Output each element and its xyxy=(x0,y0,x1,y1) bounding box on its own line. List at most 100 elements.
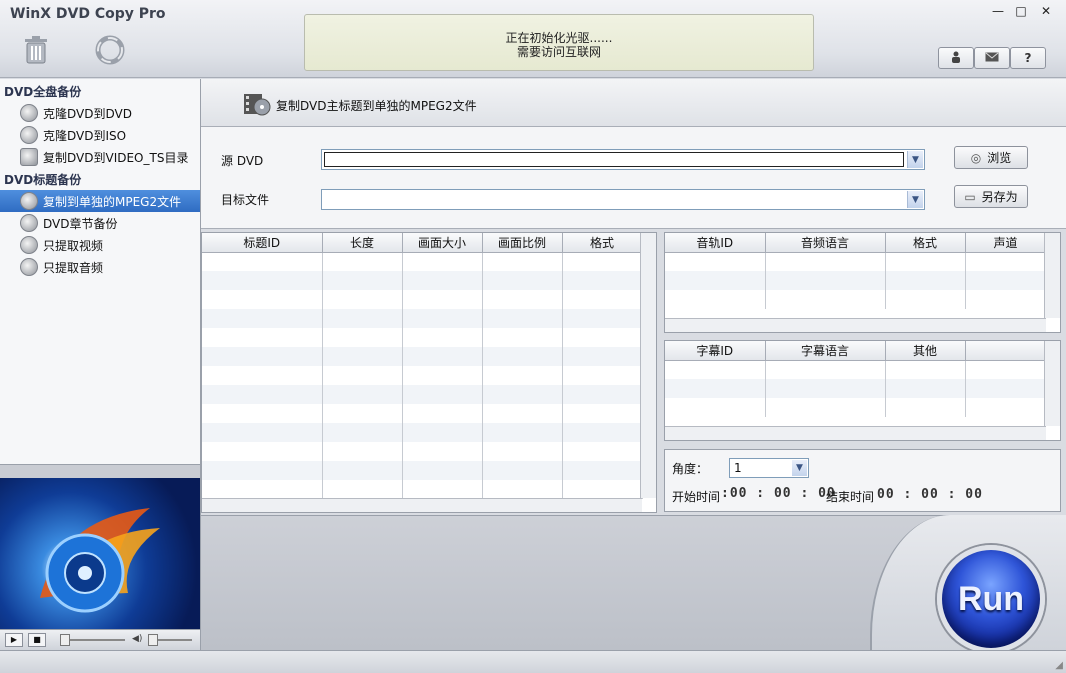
volume-handle[interactable] xyxy=(148,634,158,646)
column-header[interactable]: 字幕ID xyxy=(665,341,766,361)
column-header[interactable]: 标题ID xyxy=(202,233,323,253)
sidebar-item-label: 克隆DVD到ISO xyxy=(43,128,127,143)
mail-icon xyxy=(985,51,999,65)
status-line-1: 正在初始化光驱...... xyxy=(505,31,613,45)
column-header[interactable]: 画面大小 xyxy=(402,233,483,253)
sidebar: DVD全盘备份 克隆DVD到DVD 克隆DVD到ISO 复制DVD到VIDEO_… xyxy=(0,79,201,464)
subtitle-vertical-scrollbar[interactable] xyxy=(1044,341,1060,426)
player-controls: ▶ ■ ◀) xyxy=(0,629,201,650)
subtitle-table-body xyxy=(665,360,1047,417)
save-as-button[interactable]: ▭ 另存为 xyxy=(954,185,1028,208)
run-button[interactable]: Run xyxy=(937,545,1045,653)
film-icon xyxy=(20,192,38,210)
status-bar: ◢ xyxy=(0,650,1066,673)
angle-value: 1 xyxy=(734,461,742,475)
column-header[interactable]: 格式 xyxy=(885,233,966,253)
titles-horizontal-scrollbar[interactable] xyxy=(202,498,642,512)
audio-horizontal-scrollbar[interactable] xyxy=(665,318,1046,332)
target-file-combo[interactable]: ▼ xyxy=(321,189,925,210)
titles-vertical-scrollbar[interactable] xyxy=(640,233,656,498)
sidebar-item-copy-video-ts[interactable]: 复制DVD到VIDEO_TS目录 xyxy=(0,146,200,168)
preview-area xyxy=(0,478,201,629)
help-button[interactable]: ? xyxy=(1010,47,1046,69)
browse-label: 浏览 xyxy=(987,151,1012,165)
stop-button[interactable]: ■ xyxy=(28,633,46,647)
sidebar-item-mpeg2[interactable]: 复制到单独的MPEG2文件 xyxy=(0,190,200,212)
dvd-logo-icon xyxy=(40,508,160,613)
status-line-2: 需要访问互联网 xyxy=(516,45,601,59)
target-file-label: 目标文件 xyxy=(221,193,270,207)
film-icon xyxy=(243,91,271,117)
seek-handle[interactable] xyxy=(60,634,70,646)
volume-icon: ◀) xyxy=(132,634,143,644)
mail-button[interactable] xyxy=(974,47,1010,69)
sidebar-item-label: 克隆DVD到DVD xyxy=(43,106,132,121)
sidebar-divider xyxy=(0,464,201,478)
chevron-down-icon[interactable]: ▼ xyxy=(907,151,923,168)
play-button[interactable]: ▶ xyxy=(5,633,23,647)
status-message-box: 正在初始化光驱...... 需要访问互联网 xyxy=(304,14,814,71)
sidebar-item-clone-dvd[interactable]: 克隆DVD到DVD xyxy=(0,102,200,124)
run-label: Run xyxy=(957,579,1025,618)
angle-select[interactable]: 1 ▼ xyxy=(729,458,809,478)
film-icon xyxy=(20,236,38,254)
film-icon xyxy=(20,214,38,232)
main-header: 复制DVD主标题到单独的MPEG2文件 xyxy=(201,79,1066,127)
column-header[interactable]: 长度 xyxy=(322,233,403,253)
subtitles-table[interactable]: 字幕ID 字幕语言 其他 xyxy=(664,340,1061,441)
folder-icon xyxy=(20,148,38,166)
close-button[interactable]: ✕ xyxy=(1036,4,1056,20)
audio-table-body xyxy=(665,252,1047,309)
browse-button[interactable]: ◎ 浏览 xyxy=(954,146,1028,169)
column-header[interactable]: 格式 xyxy=(562,233,643,253)
sidebar-item-label: DVD章节备份 xyxy=(43,216,118,231)
sidebar-item-clone-iso[interactable]: 克隆DVD到ISO xyxy=(0,124,200,146)
angle-time-panel: 角度： 1 ▼ 开始时间 :00 : 00 : 00 结束时间 00 : 00 … xyxy=(664,449,1061,512)
end-time-label: 结束时间 xyxy=(826,490,875,504)
sidebar-item-audio-only[interactable]: 只提取音频 xyxy=(0,256,200,278)
subtitle-horizontal-scrollbar[interactable] xyxy=(665,426,1046,440)
trash-icon[interactable] xyxy=(18,32,54,68)
sidebar-item-label: 复制DVD到VIDEO_TS目录 xyxy=(43,150,189,165)
sidebar-item-label: 只提取视频 xyxy=(43,238,104,253)
audio-tracks-table[interactable]: 音轨ID 音频语言 格式 声道 xyxy=(664,232,1061,333)
app-title: WinX DVD Copy Pro xyxy=(10,6,166,22)
audio-vertical-scrollbar[interactable] xyxy=(1044,233,1060,318)
column-header[interactable]: 其他 xyxy=(885,341,966,361)
iso-icon xyxy=(20,126,38,144)
start-time-field[interactable]: :00 : 00 : 00 xyxy=(721,486,836,501)
sidebar-item-label: 只提取音频 xyxy=(43,260,104,275)
disc-icon xyxy=(20,104,38,122)
column-header[interactable]: 音频语言 xyxy=(765,233,886,253)
column-header[interactable]: 字幕语言 xyxy=(765,341,886,361)
column-header[interactable]: 画面比例 xyxy=(482,233,563,253)
chevron-down-icon[interactable]: ▼ xyxy=(792,460,807,476)
maximize-button[interactable]: □ xyxy=(1011,4,1031,20)
titles-table[interactable]: 标题ID 长度 画面大小 画面比例 格式 xyxy=(201,232,657,513)
user-button[interactable] xyxy=(938,47,974,69)
end-time-field[interactable]: 00 : 00 : 00 xyxy=(877,487,983,502)
refresh-icon[interactable] xyxy=(92,32,128,68)
start-time-label: 开始时间 xyxy=(672,490,721,504)
section-full-backup: DVD全盘备份 xyxy=(4,85,82,99)
sidebar-item-chapter-backup[interactable]: DVD章节备份 xyxy=(0,212,200,234)
column-header[interactable] xyxy=(965,341,1047,361)
sidebar-item-video-only[interactable]: 只提取视频 xyxy=(0,234,200,256)
save-as-label: 另存为 xyxy=(981,190,1018,204)
chevron-down-icon[interactable]: ▼ xyxy=(907,191,923,208)
source-dvd-value xyxy=(324,152,904,167)
source-dvd-label: 源 DVD xyxy=(221,154,264,168)
source-target-form: 源 DVD ▼ ◎ 浏览 目标文件 ▼ ▭ 另存为 xyxy=(201,127,1066,229)
angle-label: 角度： xyxy=(672,462,709,476)
resize-grip-icon[interactable]: ◢ xyxy=(1055,660,1063,671)
dvd-disc-icon: ◎ xyxy=(970,150,982,165)
titles-table-body xyxy=(202,252,643,499)
source-dvd-combo[interactable]: ▼ xyxy=(321,149,925,170)
column-header[interactable]: 声道 xyxy=(965,233,1047,253)
audio-icon xyxy=(20,258,38,276)
section-title-backup: DVD标题备份 xyxy=(4,173,82,187)
column-header[interactable]: 音轨ID xyxy=(665,233,766,253)
folder-icon: ▭ xyxy=(964,189,976,204)
minimize-button[interactable]: — xyxy=(988,4,1008,20)
user-icon xyxy=(950,51,962,66)
